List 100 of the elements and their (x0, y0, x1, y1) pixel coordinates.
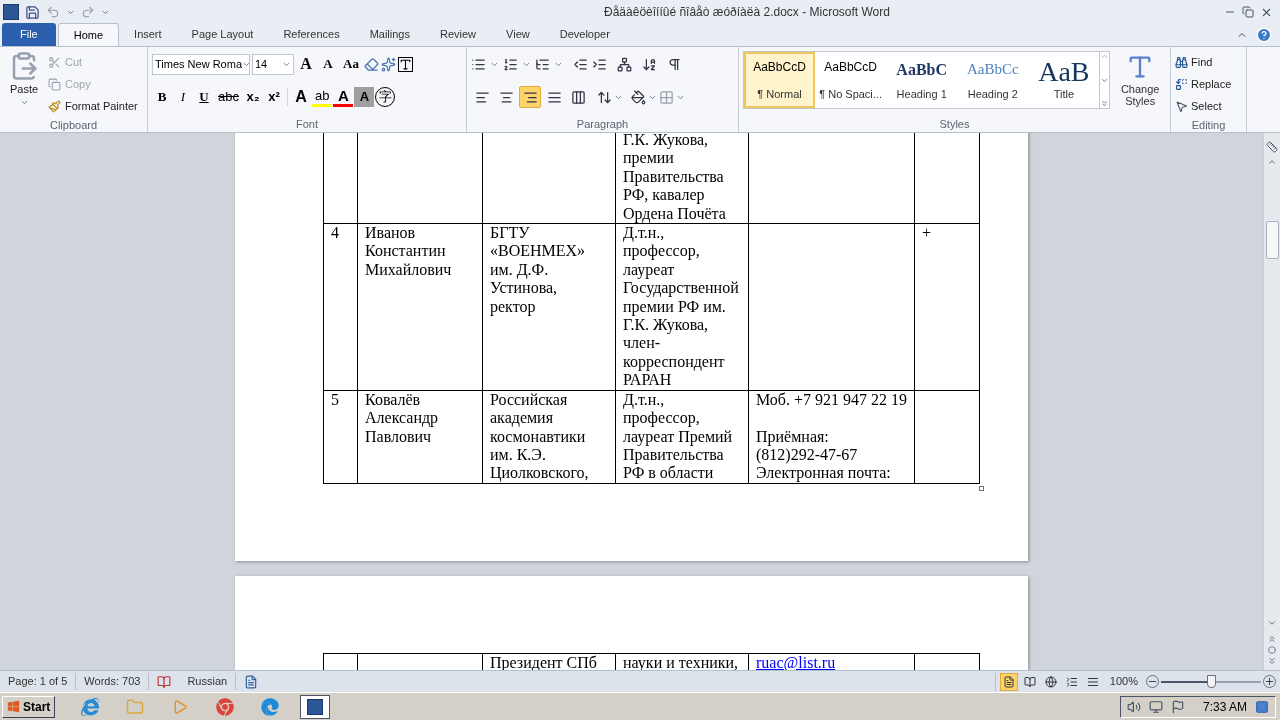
ribbon-tab[interactable]: Home (57, 23, 120, 46)
browser-icon[interactable] (261, 697, 280, 716)
taskbar-app[interactable] (300, 694, 331, 719)
clipboard-button[interactable]: Format Painter (65, 97, 138, 115)
font-name-field[interactable]: Times New Roma (152, 53, 250, 75)
style-option[interactable]: AaB Title (1028, 52, 1100, 108)
cell-text: БГТУ «ВОЕНМЕХ» им. Д.Ф. Устинова, ректор (490, 224, 587, 317)
ribbon-tab[interactable]: Mailings (354, 23, 425, 46)
copy-icon (48, 77, 61, 91)
format-button[interactable]: x² (263, 87, 284, 107)
proofing-icon[interactable] (157, 674, 172, 689)
zoom-slider-track[interactable] (1161, 680, 1261, 683)
multilevel-list-icon[interactable] (535, 56, 550, 72)
more-styles-icon[interactable] (1100, 99, 1110, 108)
group-label: Clipboard (49, 117, 98, 133)
format-button[interactable]: A (296, 54, 316, 74)
cell-text: Иванов Константин Михайлович (365, 224, 453, 280)
style-option[interactable]: AaBbCcD ¶ Normal (744, 52, 816, 108)
start-button[interactable]: Start (2, 695, 56, 718)
increase-indent-icon[interactable] (592, 56, 607, 72)
ribbon-tab[interactable]: View (491, 23, 545, 46)
table-resize-handle[interactable] (979, 485, 984, 491)
borders-icon[interactable] (659, 89, 674, 105)
ribbon-tab[interactable]: References (268, 23, 355, 46)
cell-text: Г.К. Жукова, премии Правительства РФ, кавалер Ордена Почёта (623, 133, 727, 224)
speaker-icon[interactable] (1126, 699, 1141, 714)
paintbrush-icon (48, 99, 61, 113)
view-button[interactable] (999, 672, 1018, 691)
ribbon-tab[interactable]: Insert (119, 23, 177, 46)
ribbon-tab[interactable]: File (2, 23, 56, 46)
replace-icon (1175, 77, 1188, 91)
restore-icon[interactable] (1242, 6, 1254, 18)
align-center-icon (498, 89, 514, 105)
cell-text: Российская академия космонавтики им. К.Э. Циолковского, (490, 390, 590, 483)
format-button[interactable]: A (318, 54, 338, 74)
format-button[interactable]: A (290, 87, 311, 107)
ribbon-tab[interactable]: Page Layout (176, 23, 269, 46)
font-size-field[interactable]: 14 (252, 53, 294, 75)
ribbon-tab[interactable]: Review (425, 23, 492, 46)
zoom-in-icon[interactable] (1263, 675, 1276, 688)
ruler-icon[interactable] (1266, 141, 1278, 153)
app-logo-icon (3, 4, 19, 20)
format-button[interactable]: abc (215, 87, 242, 107)
format-button[interactable]: ab (311, 87, 333, 107)
group-label: Font (296, 116, 318, 132)
scroll-up-icon[interactable] (1267, 157, 1277, 167)
cell-text: Д.т.н., профессор, лауреат Государственной премии РФ им. Г.К. Жукова, член- корреспондент РАРАН (623, 224, 740, 390)
group-label: Styles (939, 116, 970, 132)
format-button[interactable]: U (194, 87, 214, 107)
document-app-icon[interactable] (307, 698, 324, 715)
page-count[interactable]: Page: 1 of 5 (0, 673, 77, 690)
language-label[interactable]: Russian (179, 673, 237, 690)
paint-bucket-icon[interactable] (631, 89, 646, 105)
cell-text: 4 (331, 224, 340, 243)
zoom-level[interactable]: 100% (1109, 673, 1138, 690)
distribute-icon (570, 89, 586, 105)
scrollbar-thumb[interactable] (1265, 221, 1279, 259)
sort-icon[interactable] (642, 56, 657, 72)
flag-icon[interactable] (1170, 699, 1185, 714)
desktop-icon[interactable] (1255, 699, 1269, 714)
book-icon (1023, 675, 1036, 688)
numbered-list-icon[interactable] (503, 56, 518, 72)
browser-icon[interactable] (216, 697, 235, 716)
ribbon-tab[interactable]: Developer (544, 23, 625, 46)
format-button[interactable]: x₂ (242, 87, 263, 107)
pointer-icon (1175, 99, 1188, 113)
bordered-letter-icon[interactable] (397, 56, 413, 72)
align-right-icon (522, 89, 538, 105)
change-styles-button[interactable]: Change Styles (1116, 83, 1165, 107)
cell-text: 5 (331, 390, 340, 410)
format-button[interactable]: A (354, 87, 375, 107)
group-label: Editing (1191, 117, 1226, 133)
browser-icon[interactable] (81, 697, 100, 716)
justify-icon (546, 89, 562, 105)
text-effects-icon[interactable] (380, 56, 396, 72)
style-option[interactable]: AaBbCc Heading 2 (957, 52, 1029, 108)
pilcrow-icon[interactable] (667, 56, 682, 72)
scroll-down-icon[interactable] (1267, 618, 1277, 628)
style-option[interactable]: AaBbCcD ¶ No Spaci... (815, 52, 887, 108)
lines-icon (1086, 675, 1099, 688)
style-option[interactable]: AaBbC Heading 1 (886, 52, 958, 108)
decrease-indent-icon[interactable] (573, 56, 588, 72)
editing-button[interactable]: Replace (1191, 75, 1232, 93)
browse-object-icon[interactable] (1268, 646, 1276, 654)
save-icon[interactable] (25, 4, 40, 20)
format-button[interactable]: B (152, 87, 172, 107)
help-icon[interactable] (1256, 27, 1272, 43)
format-button[interactable]: I (173, 87, 193, 107)
word-count[interactable]: Words: 703 (76, 673, 150, 690)
editing-button[interactable]: Select (1191, 97, 1222, 115)
editing-button[interactable]: Find (1191, 53, 1213, 71)
bullet-list-icon[interactable] (471, 56, 486, 72)
zoom-slider-thumb[interactable] (1207, 675, 1216, 688)
eraser-icon[interactable] (363, 56, 379, 72)
line-spacing-icon[interactable] (597, 89, 612, 105)
format-button[interactable]: Aa (340, 54, 362, 74)
window-title: Ðåäàêöèîííûé ñîâåò æóðíàëà 2.docx - Microsoft Word (604, 4, 890, 21)
macro-icon[interactable] (244, 674, 259, 689)
binoculars-icon (1175, 55, 1188, 69)
paste-button[interactable]: Paste (9, 81, 39, 98)
